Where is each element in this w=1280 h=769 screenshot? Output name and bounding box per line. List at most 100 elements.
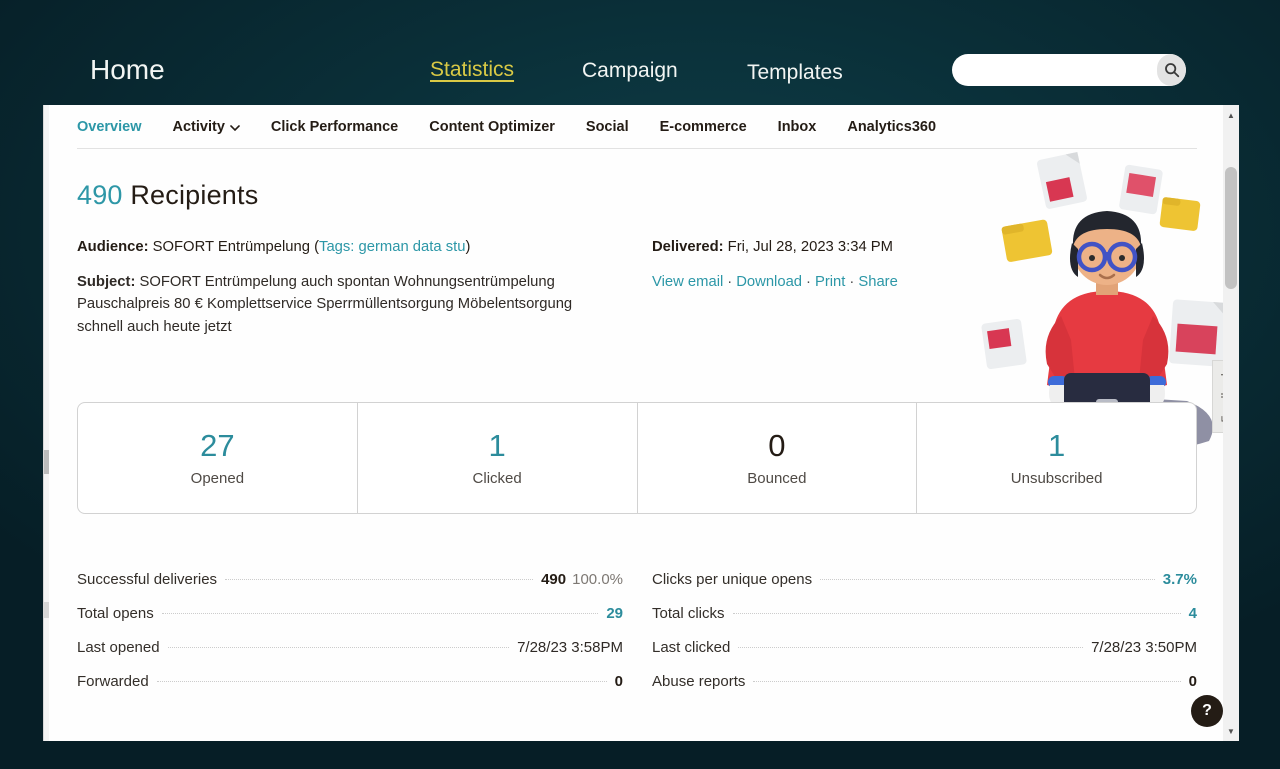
- tab-analytics360[interactable]: Analytics360: [847, 119, 936, 135]
- stat-suffix: 100.0%: [572, 571, 623, 588]
- scroll-down-arrow-icon[interactable]: ▼: [1223, 723, 1239, 739]
- dotted-leader: [753, 681, 1180, 682]
- view-email-link[interactable]: View email: [652, 274, 723, 290]
- opened-box[interactable]: 27 Opened: [78, 403, 357, 513]
- stat-row-total-opens: Total opens 29: [77, 605, 623, 639]
- tab-activity[interactable]: Activity: [173, 119, 240, 135]
- tab-content-optimizer[interactable]: Content Optimizer: [429, 119, 555, 135]
- search-bar[interactable]: [952, 54, 1186, 86]
- audience-tags-link[interactable]: Tags: german data stu: [319, 239, 465, 255]
- folder-icon: [1159, 197, 1200, 231]
- print-link[interactable]: Print: [815, 274, 845, 290]
- opened-label: Opened: [191, 470, 244, 487]
- stat-value-link[interactable]: 29: [606, 605, 623, 622]
- delivered-value: Fri, Jul 28, 2023 3:34 PM: [724, 239, 893, 255]
- stat-row-forwarded: Forwarded 0: [77, 673, 623, 707]
- stats-column-left: Successful deliveries 490 100.0% Total op…: [77, 571, 623, 707]
- stat-value: 7/28/23 3:58PM: [517, 639, 623, 656]
- stat-row-last-clicked: Last clicked 7/28/23 3:50PM: [652, 639, 1197, 673]
- left-scroll-strip: [44, 105, 49, 741]
- audience-value: SOFORT Entrümpelung (: [149, 239, 320, 255]
- unsubscribed-label: Unsubscribed: [1011, 470, 1103, 487]
- share-link[interactable]: Share: [858, 274, 898, 290]
- dotted-leader: [225, 579, 533, 580]
- tab-click-performance[interactable]: Click Performance: [271, 119, 398, 135]
- stat-label: Total opens: [77, 605, 154, 622]
- bounced-box[interactable]: 0 Bounced: [637, 403, 917, 513]
- tab-ecommerce[interactable]: E-commerce: [660, 119, 747, 135]
- tab-overview[interactable]: Overview: [77, 119, 142, 135]
- dotted-leader: [820, 579, 1155, 580]
- link-separator: ·: [845, 274, 858, 290]
- stat-label: Successful deliveries: [77, 571, 217, 588]
- search-icon: [1163, 61, 1181, 79]
- audience-close-paren: ): [465, 239, 470, 255]
- opened-count[interactable]: 27: [200, 429, 234, 463]
- download-link[interactable]: Download: [736, 274, 802, 290]
- subject-value: SOFORT Entrümpelung auch spontan Wohnung…: [77, 274, 572, 335]
- document-icon: [1119, 164, 1164, 214]
- left-scrollbar-thumb[interactable]: [44, 450, 49, 474]
- stat-row-clicks-per-unique-opens: Clicks per unique opens 3.7%: [652, 571, 1197, 605]
- stat-row-last-opened: Last opened 7/28/23 3:58PM: [77, 639, 623, 673]
- recipient-title: Recipients: [130, 180, 258, 210]
- audience-label: Audience:: [77, 239, 149, 255]
- link-separator: ·: [723, 274, 736, 290]
- subject-label: Subject:: [77, 274, 135, 290]
- clicked-box[interactable]: 1 Clicked: [357, 403, 637, 513]
- nav-templates-link[interactable]: Templates: [747, 61, 843, 85]
- dotted-leader: [157, 681, 607, 682]
- nav-campaign-link[interactable]: Campaign: [582, 59, 678, 83]
- dotted-leader: [738, 647, 1083, 648]
- tab-social[interactable]: Social: [586, 119, 629, 135]
- help-button-label: ?: [1202, 702, 1212, 720]
- clicked-label: Clicked: [473, 470, 522, 487]
- audience-line: Audience: SOFORT Entrümpelung (Tags: ger…: [77, 236, 622, 259]
- dotted-leader: [162, 613, 599, 614]
- subject-line: Subject: SOFORT Entrümpelung auch sponta…: [77, 271, 622, 339]
- stat-value: 0: [615, 673, 623, 690]
- recipient-count: 490: [77, 180, 123, 210]
- stat-value: 7/28/23 3:50PM: [1091, 639, 1197, 656]
- stat-value-link[interactable]: 3.7%: [1163, 571, 1197, 588]
- stat-label: Last clicked: [652, 639, 730, 656]
- statistics-panel: Overview Activity Click Performance Cont…: [43, 105, 1238, 741]
- dotted-leader: [733, 613, 1181, 614]
- stat-row-abuse-reports: Abuse reports 0: [652, 673, 1197, 707]
- delivered-label: Delivered:: [652, 239, 724, 255]
- chevron-down-icon: [230, 125, 240, 131]
- stat-label: Forwarded: [77, 673, 149, 690]
- stat-label: Clicks per unique opens: [652, 571, 812, 588]
- search-button[interactable]: [1157, 54, 1186, 86]
- left-scrollbar-mark: [44, 602, 49, 618]
- person-head: [1070, 211, 1144, 295]
- folder-icon: [1001, 219, 1053, 262]
- unsubscribed-count[interactable]: 1: [1048, 429, 1065, 463]
- dotted-leader: [168, 647, 510, 648]
- nav-statistics-link[interactable]: Statistics: [430, 58, 514, 82]
- vertical-scrollbar[interactable]: ▲ ▼: [1223, 105, 1239, 741]
- bounced-count: 0: [768, 429, 785, 463]
- link-separator: ·: [802, 274, 815, 290]
- stat-label: Abuse reports: [652, 673, 745, 690]
- tab-activity-label: Activity: [173, 119, 225, 135]
- scroll-up-arrow-icon[interactable]: ▲: [1223, 107, 1239, 123]
- detailed-stats: Successful deliveries 490 100.0% Total op…: [77, 571, 1197, 707]
- document-icon: [981, 318, 1027, 369]
- bounced-label: Bounced: [747, 470, 806, 487]
- stats-column-right: Clicks per unique opens 3.7% Total click…: [652, 571, 1197, 707]
- scrollbar-thumb[interactable]: [1225, 167, 1237, 289]
- help-button[interactable]: ?: [1191, 695, 1223, 727]
- search-input[interactable]: [952, 54, 1157, 86]
- unsubscribed-box[interactable]: 1 Unsubscribed: [916, 403, 1196, 513]
- tab-inbox[interactable]: Inbox: [778, 119, 817, 135]
- stat-row-successful-deliveries: Successful deliveries 490 100.0%: [77, 571, 623, 605]
- report-tabbar: Overview Activity Click Performance Cont…: [77, 105, 1197, 149]
- stat-label: Last opened: [77, 639, 160, 656]
- stat-value: 490: [541, 571, 566, 588]
- nav-home-link[interactable]: Home: [90, 54, 165, 86]
- stat-row-total-clicks: Total clicks 4: [652, 605, 1197, 639]
- clicked-count[interactable]: 1: [489, 429, 506, 463]
- stat-value-link[interactable]: 4: [1189, 605, 1197, 622]
- stat-label: Total clicks: [652, 605, 725, 622]
